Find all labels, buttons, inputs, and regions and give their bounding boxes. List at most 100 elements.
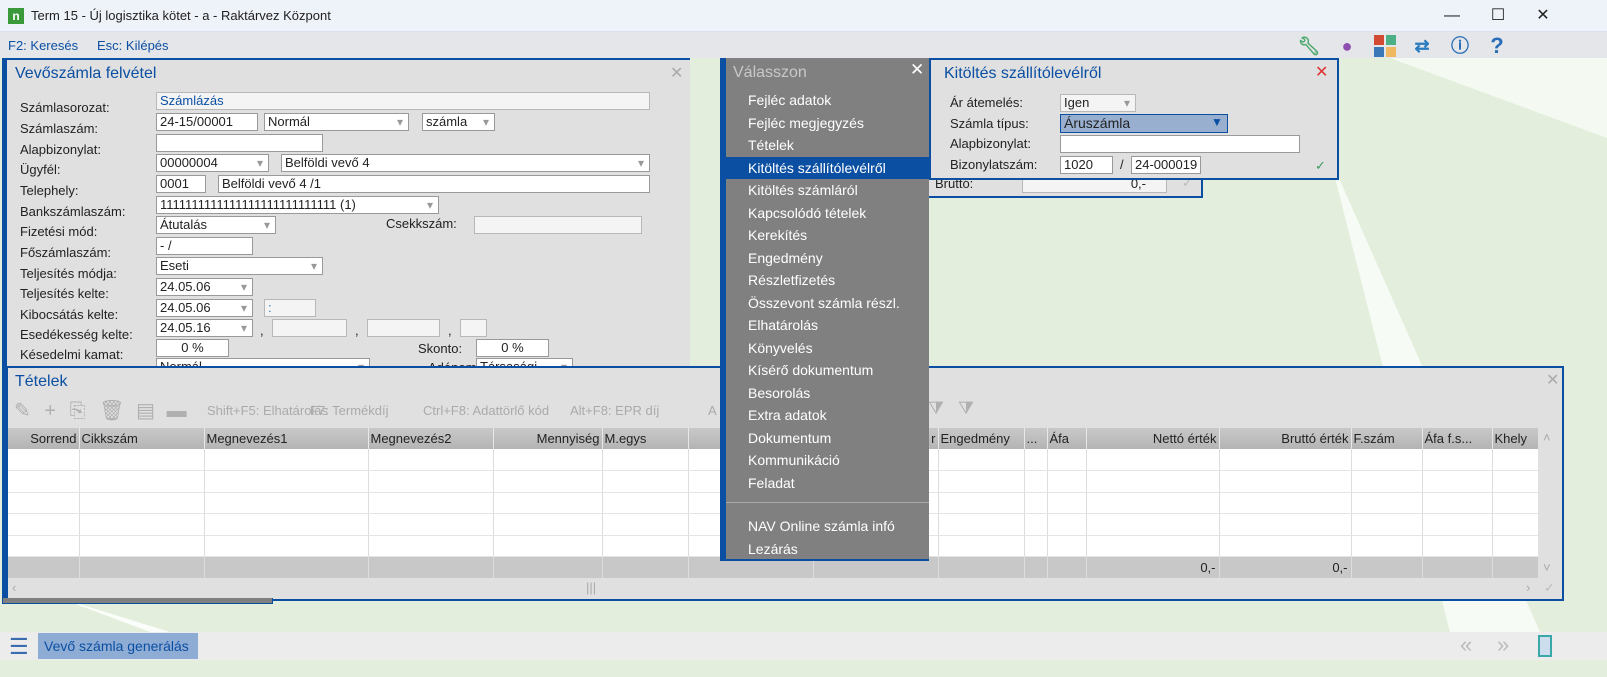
close-button[interactable]: ✕ — [1523, 4, 1563, 28]
table-cell[interactable] — [79, 449, 205, 471]
table-cell[interactable] — [204, 492, 369, 514]
shortcut-button[interactable]: Ctrl+F8: Adattörlő kód — [423, 403, 549, 418]
table-cell[interactable] — [204, 513, 369, 536]
menu-item[interactable]: Könyvelés — [726, 337, 929, 359]
menu-item[interactable]: Feladat — [726, 472, 929, 494]
due-date-field[interactable]: 24.05.16 — [156, 319, 253, 337]
table-cell[interactable] — [938, 492, 1025, 514]
menu-item[interactable]: Besorolás — [726, 382, 929, 404]
table-cell[interactable] — [8, 470, 80, 493]
clear-filter-icon[interactable]: ⧩ — [958, 398, 974, 419]
menu-item[interactable]: Kerekítés — [726, 224, 929, 246]
menu-item[interactable]: Kitöltés szállítólevélről — [726, 156, 929, 179]
table-cell[interactable] — [1086, 470, 1220, 493]
transfer-icon[interactable]: ⇄ — [1404, 34, 1440, 58]
tiles-icon[interactable] — [1367, 34, 1403, 58]
column-header[interactable]: Khely — [1492, 428, 1538, 449]
site-name-field[interactable]: Belföldi vevő 4 /1 — [218, 175, 650, 193]
table-cell[interactable] — [1492, 513, 1538, 536]
table-cell[interactable] — [1219, 449, 1352, 471]
table-cell[interactable] — [1422, 470, 1493, 493]
table-cell[interactable]: 0,- — [1086, 556, 1220, 578]
copy-icon[interactable]: ⎘ — [70, 400, 86, 422]
table-cell[interactable] — [1422, 449, 1493, 471]
chevron-down-icon[interactable]: ▼ — [1211, 115, 1223, 129]
main-no-field[interactable]: - / — [156, 237, 253, 255]
table-cell[interactable] — [1492, 492, 1538, 514]
site-code-field[interactable]: 0001 — [156, 175, 206, 193]
table-cell[interactable] — [1351, 535, 1423, 557]
table-cell[interactable] — [1492, 470, 1538, 493]
table-cell[interactable] — [1086, 492, 1220, 514]
table-cell[interactable] — [8, 513, 80, 536]
table-cell[interactable] — [1351, 556, 1423, 578]
task-button[interactable]: Vevő számla generálás — [38, 633, 198, 659]
table-cell[interactable] — [204, 449, 369, 471]
table-cell[interactable] — [368, 513, 494, 536]
doc-number-input[interactable]: 24-000019 — [1131, 156, 1201, 174]
table-cell[interactable] — [1086, 535, 1220, 557]
customer-code-select[interactable]: 00000004 — [156, 154, 269, 172]
table-cell[interactable] — [1422, 492, 1493, 514]
table-cell[interactable] — [1422, 556, 1493, 578]
minimize-button[interactable]: — — [1432, 4, 1472, 28]
fulfil-date-field[interactable]: 24.05.06 — [156, 278, 253, 296]
table-cell[interactable] — [79, 492, 205, 514]
column-header[interactable]: ... — [1024, 428, 1048, 449]
table-cell[interactable] — [368, 492, 494, 514]
table-cell[interactable] — [204, 535, 369, 557]
hamburger-menu-icon[interactable]: ☰ — [9, 634, 29, 660]
table-cell[interactable] — [1219, 492, 1352, 514]
table-cell[interactable] — [1351, 449, 1423, 471]
scroll-up-button[interactable]: ˄ — [1543, 430, 1551, 445]
table-cell[interactable] — [602, 513, 689, 536]
table-cell[interactable] — [1047, 556, 1087, 578]
confirm-icon[interactable]: ✓ — [1315, 158, 1326, 174]
table-cell[interactable] — [1422, 535, 1493, 557]
table-cell[interactable] — [79, 470, 205, 493]
table-cell[interactable] — [368, 449, 494, 471]
table-cell[interactable] — [602, 449, 689, 471]
scroll-right-button[interactable]: › — [1526, 580, 1530, 595]
menu-item[interactable]: Tételek — [726, 134, 929, 156]
confirm-icon[interactable]: ✓ — [1544, 580, 1555, 596]
close-icon[interactable]: ✕ — [1315, 62, 1328, 82]
table-cell[interactable] — [1219, 470, 1352, 493]
table-cell[interactable] — [1024, 535, 1048, 557]
table-cell[interactable] — [1351, 492, 1423, 514]
price-transfer-select[interactable]: Igen — [1060, 94, 1136, 112]
table-cell[interactable] — [493, 470, 603, 493]
table-cell[interactable] — [1492, 449, 1538, 471]
next-icon[interactable]: » — [1497, 632, 1509, 658]
previous-icon[interactable]: « — [1460, 632, 1472, 658]
table-cell[interactable] — [602, 470, 689, 493]
table-cell[interactable] — [1047, 535, 1087, 557]
column-header[interactable]: Mennyiség — [493, 428, 603, 449]
table-cell[interactable] — [938, 513, 1025, 536]
table-cell[interactable] — [938, 556, 1025, 578]
table-cell[interactable] — [493, 449, 603, 471]
table-cell[interactable] — [1219, 535, 1352, 557]
table-cell[interactable] — [493, 556, 603, 578]
table-cell[interactable] — [938, 535, 1025, 557]
base-doc-field[interactable] — [156, 134, 323, 152]
table-cell[interactable] — [204, 556, 369, 578]
column-header[interactable]: Engedmény — [938, 428, 1025, 449]
menu-item[interactable]: Elhatárolás — [726, 314, 929, 336]
close-icon[interactable]: ✕ — [910, 60, 924, 80]
table-cell[interactable] — [1047, 492, 1087, 514]
table-cell[interactable] — [1024, 470, 1048, 493]
late-interest-field[interactable]: 0 % — [156, 339, 229, 357]
menu-item[interactable]: Fejléc adatok — [726, 89, 929, 111]
table-cell[interactable] — [1219, 513, 1352, 536]
doc-prefix-input[interactable]: 1020 — [1060, 156, 1113, 174]
menu-item[interactable]: NAV Online számla infó — [726, 515, 929, 537]
table-cell[interactable] — [938, 449, 1025, 471]
shortcut-button[interactable]: A — [708, 403, 717, 418]
column-header[interactable]: Áfa f.s... — [1422, 428, 1493, 449]
menu-item[interactable]: Dokumentum — [726, 427, 929, 449]
shortcut-button[interactable]: Alt+F8: EPR díj — [570, 403, 659, 418]
kind-select[interactable]: számla — [422, 113, 495, 131]
add-icon[interactable]: + — [44, 400, 56, 422]
menu-item[interactable]: Lezárás — [726, 538, 929, 560]
